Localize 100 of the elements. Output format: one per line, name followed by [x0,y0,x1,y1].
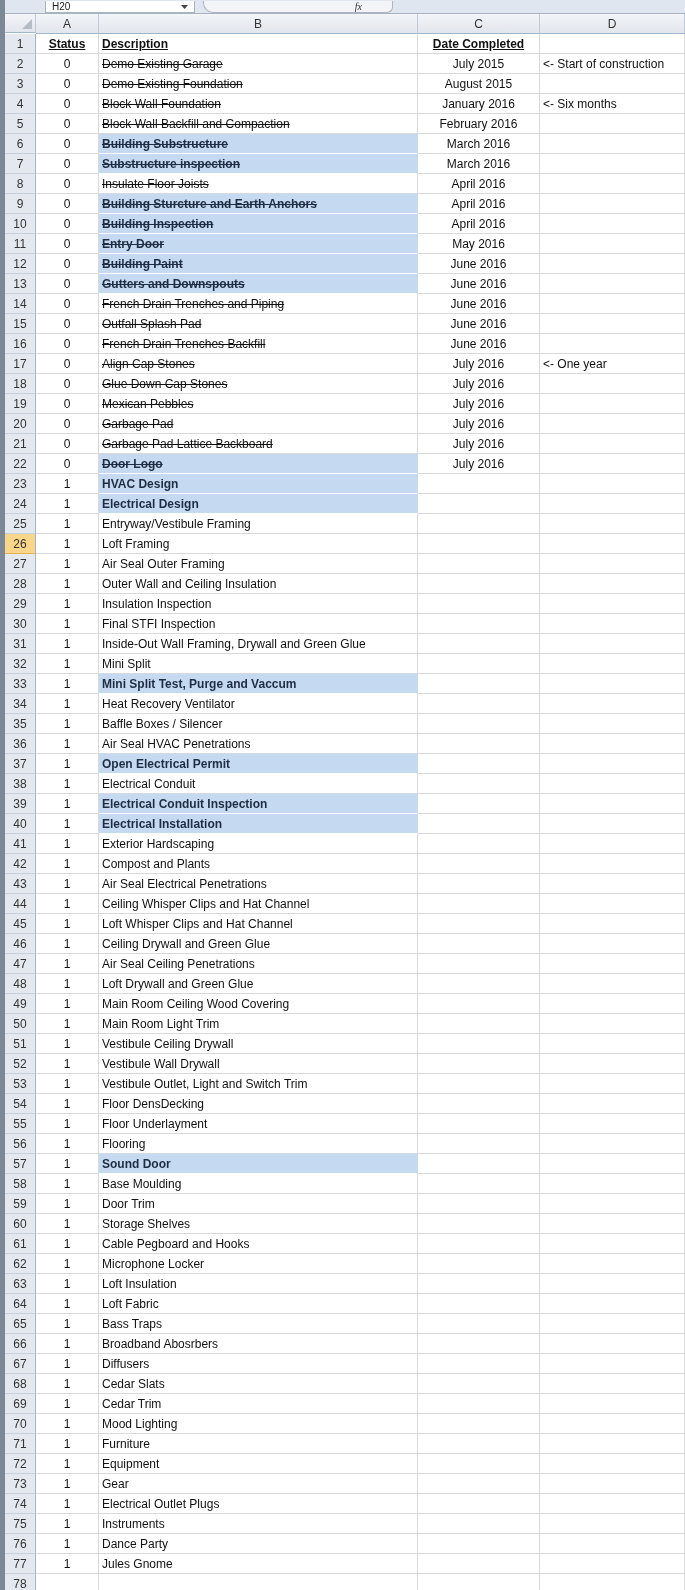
row-header[interactable]: 24 [5,494,36,514]
row-header[interactable]: 74 [5,1494,36,1514]
row-header[interactable]: 3 [5,74,36,94]
row-header[interactable]: 20 [5,414,36,434]
row-header[interactable]: 14 [5,294,36,314]
column-header[interactable]: D [540,14,685,34]
row-header[interactable]: 11 [5,234,36,254]
row-header[interactable]: 78 [5,1574,36,1590]
row-header[interactable]: 73 [5,1474,36,1494]
row-header[interactable]: 41 [5,834,36,854]
table-cell: February 2016 [418,114,540,134]
row-header[interactable]: 31 [5,634,36,654]
row-header[interactable]: 19 [5,394,36,414]
table-cell: 0 [36,434,99,454]
row-header[interactable]: 6 [5,134,36,154]
row-header[interactable]: 17 [5,354,36,374]
table-cell: Mood Lighting [99,1414,418,1434]
row-header[interactable]: 61 [5,1234,36,1254]
row-header[interactable]: 59 [5,1194,36,1214]
row-header[interactable]: 5 [5,114,36,134]
row-header[interactable]: 57 [5,1154,36,1174]
row-header[interactable]: 77 [5,1554,36,1574]
row-header[interactable]: 21 [5,434,36,454]
row-header[interactable]: 47 [5,954,36,974]
row-header[interactable]: 55 [5,1114,36,1134]
table-cell: 0 [36,314,99,334]
table-cell: Ceiling Whisper Clips and Hat Channel [99,894,418,914]
row-header[interactable]: 46 [5,934,36,954]
table-cell: 1 [36,714,99,734]
row-header[interactable]: 68 [5,1374,36,1394]
row-header[interactable]: 4 [5,94,36,114]
row-header[interactable]: 22 [5,454,36,474]
row-header[interactable]: 66 [5,1334,36,1354]
row-header[interactable]: 71 [5,1434,36,1454]
row-header[interactable]: 9 [5,194,36,214]
select-all-corner[interactable] [5,14,36,33]
row-header[interactable]: 42 [5,854,36,874]
row-header[interactable]: 72 [5,1454,36,1474]
table-cell: Flooring [99,1134,418,1154]
row-header[interactable]: 53 [5,1074,36,1094]
table-header-cell: Date Completed [418,34,540,54]
table-header-cell: Description [99,34,418,54]
row-header[interactable]: 56 [5,1134,36,1154]
row-header[interactable]: 49 [5,994,36,1014]
row-header[interactable]: 34 [5,694,36,714]
row-header[interactable]: 27 [5,554,36,574]
row-header[interactable]: 70 [5,1414,36,1434]
row-header[interactable]: 32 [5,654,36,674]
table-cell: Outfall Splash Pad [99,314,418,334]
row-header[interactable]: 29 [5,594,36,614]
row-header[interactable]: 63 [5,1274,36,1294]
row-header[interactable]: 25 [5,514,36,534]
row-header[interactable]: 60 [5,1214,36,1234]
row-header[interactable]: 50 [5,1014,36,1034]
row-header[interactable]: 18 [5,374,36,394]
row-header[interactable]: 43 [5,874,36,894]
row-header[interactable]: 64 [5,1294,36,1314]
row-header[interactable]: 1 [5,34,36,54]
row-header[interactable]: 12 [5,254,36,274]
row-header[interactable]: 52 [5,1054,36,1074]
row-header[interactable]: 40 [5,814,36,834]
table-cell: 1 [36,1034,99,1054]
row-header[interactable]: 7 [5,154,36,174]
row-header[interactable]: 65 [5,1314,36,1334]
column-header[interactable]: B [99,14,418,34]
insert-function-button[interactable]: fx [203,1,393,13]
row-header[interactable]: 16 [5,334,36,354]
row-header[interactable]: 38 [5,774,36,794]
row-header[interactable]: 8 [5,174,36,194]
row-header[interactable]: 62 [5,1254,36,1274]
row-header[interactable]: 15 [5,314,36,334]
row-header[interactable]: 33 [5,674,36,694]
row-header[interactable]: 51 [5,1034,36,1054]
row-header[interactable]: 69 [5,1394,36,1414]
row-header[interactable]: 13 [5,274,36,294]
row-header[interactable]: 35 [5,714,36,734]
row-header[interactable]: 75 [5,1514,36,1534]
row-header[interactable]: 45 [5,914,36,934]
row-header[interactable]: 26 [5,534,36,554]
row-header[interactable]: 67 [5,1354,36,1374]
row-header[interactable]: 30 [5,614,36,634]
row-header[interactable]: 58 [5,1174,36,1194]
table-cell: 1 [36,514,99,534]
row-header[interactable]: 28 [5,574,36,594]
row-header[interactable]: 2 [5,54,36,74]
column-header[interactable]: C [418,14,540,34]
row-header[interactable]: 39 [5,794,36,814]
row-header[interactable]: 54 [5,1094,36,1114]
table-cell: June 2016 [418,334,540,354]
table-cell: June 2016 [418,314,540,334]
row-header[interactable]: 76 [5,1534,36,1554]
row-header[interactable]: 23 [5,474,36,494]
row-header[interactable]: 10 [5,214,36,234]
column-header[interactable]: A [36,14,99,34]
row-header[interactable]: 37 [5,754,36,774]
table-cell: July 2016 [418,454,540,474]
row-header[interactable]: 36 [5,734,36,754]
row-header[interactable]: 44 [5,894,36,914]
row-header[interactable]: 48 [5,974,36,994]
name-box[interactable]: H20 [45,1,195,13]
